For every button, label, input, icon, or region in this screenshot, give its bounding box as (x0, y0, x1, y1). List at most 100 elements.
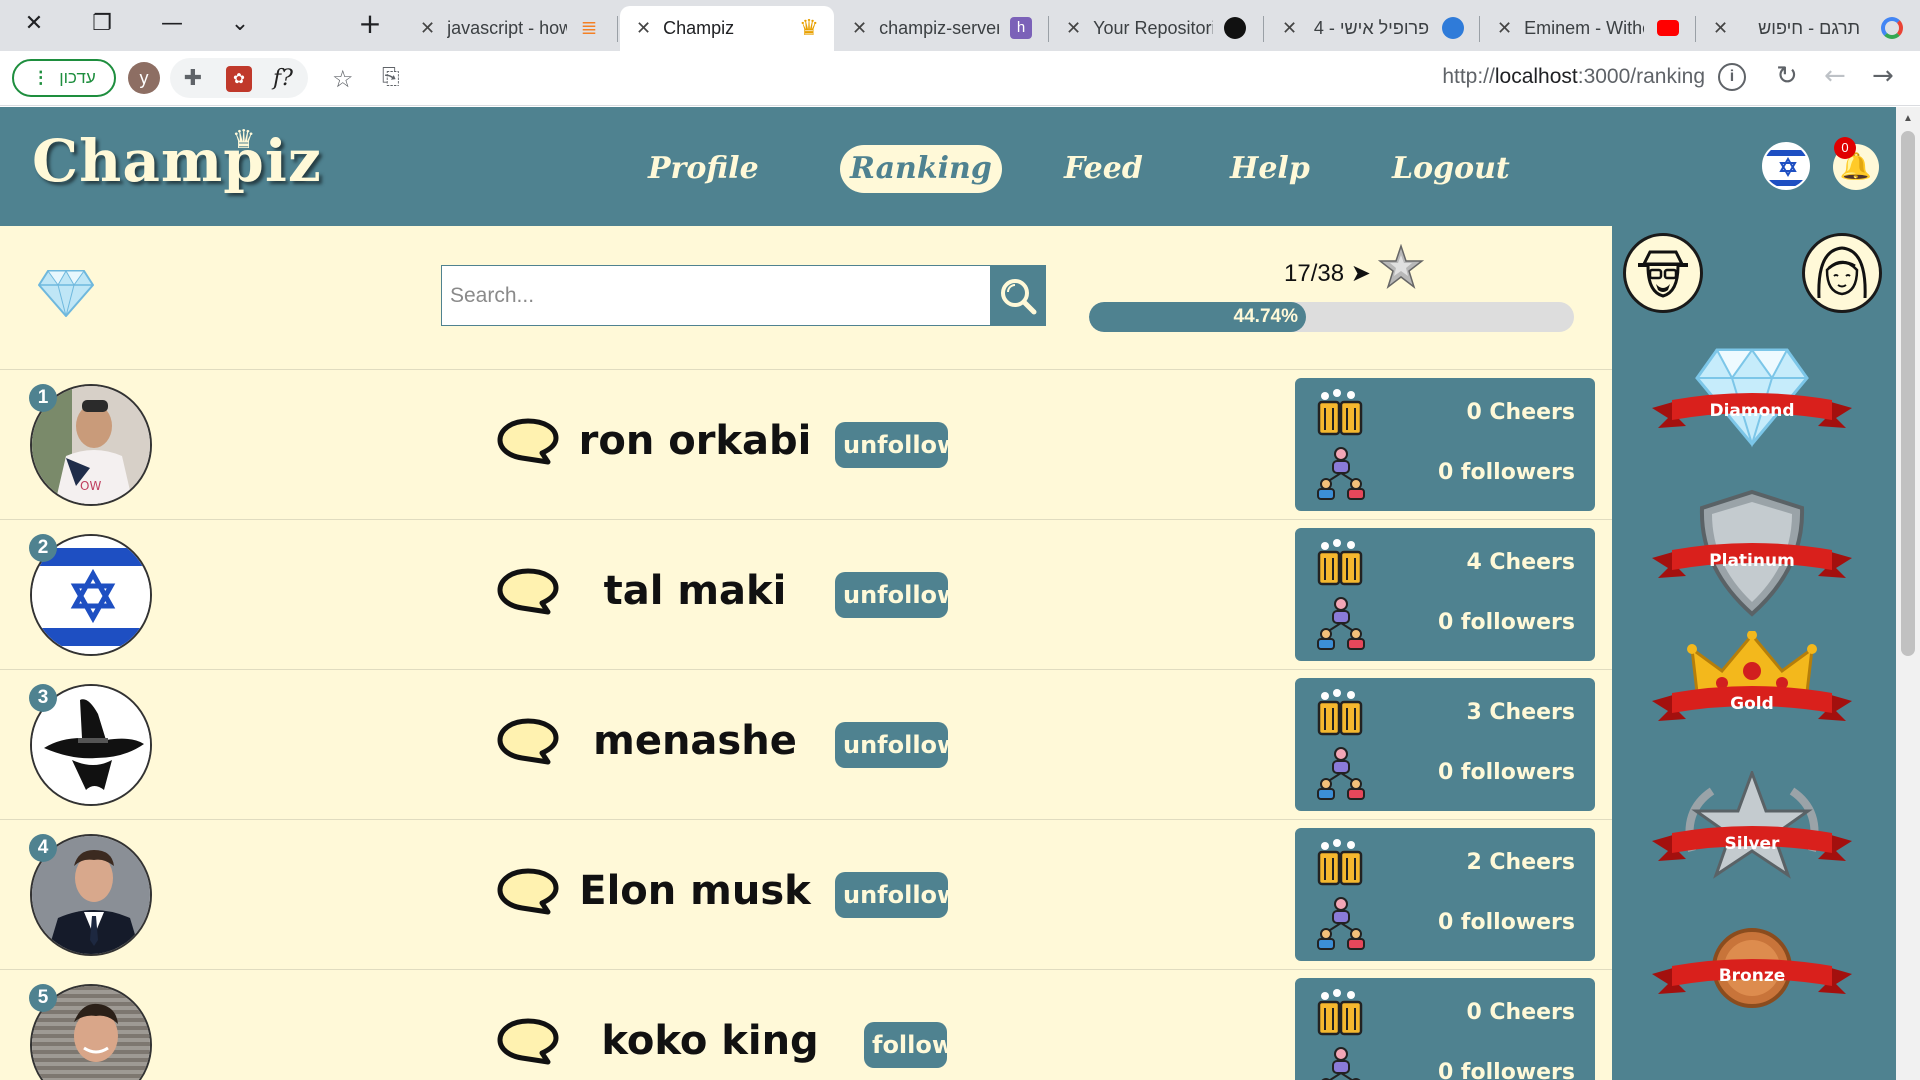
update-label: עדכון (59, 68, 96, 87)
tier-badge-bronze[interactable]: Bronze (1652, 926, 1852, 1046)
search-button[interactable] (990, 265, 1046, 326)
tier-badge-silver[interactable]: Silver (1652, 768, 1852, 891)
followers-count: 0 followers (1437, 910, 1575, 935)
browser-tab[interactable]: ✕ תרגם - חיפוש (1697, 6, 1917, 51)
user-tier-diamond-icon (37, 269, 95, 322)
bookmark-star-icon[interactable]: ☆ (332, 65, 354, 93)
nav-logout[interactable]: Logout (1384, 145, 1518, 193)
minimize-window-icon[interactable]: — (156, 8, 188, 40)
update-button[interactable]: ⋮ עדכון (12, 59, 116, 97)
browser-tabstrip: ✕ ❐ — ⌄ + ✕ javascript - how ≣ ✕ Champiz… (0, 0, 1920, 51)
tab-title: Eminem - Without (1524, 18, 1644, 38)
tab-title: פרופיל אישי - 4 (1313, 18, 1430, 38)
puzzle-icon[interactable]: ✚ (180, 66, 206, 92)
back-arrow-icon[interactable]: ← (1824, 61, 1846, 91)
reload-icon[interactable]: ↻ (1776, 61, 1798, 91)
follow-button[interactable]: follow (864, 1022, 954, 1068)
nav-profile[interactable]: Profile (640, 145, 767, 193)
cheers-count: 3 Cheers (1466, 700, 1575, 725)
browser-tab[interactable]: ✕ Eminem - Without (1481, 6, 1693, 51)
search-input[interactable] (441, 265, 991, 326)
extensions-group: ✚ ✿ f? (170, 58, 308, 98)
restore-window-icon[interactable]: ❐ (86, 8, 118, 40)
nav-help[interactable]: Help (1222, 145, 1318, 193)
beer-cheers-icon (1315, 838, 1367, 893)
browser-toolbar: ⋮ עדכון y ✚ ✿ f? ☆ ⎘ http://localhost:30… (0, 51, 1920, 106)
close-tab-icon[interactable]: ✕ (852, 18, 867, 39)
close-tab-icon[interactable]: ✕ (1066, 18, 1081, 39)
unfollow-button[interactable]: unfollow (835, 722, 959, 768)
female-avatar-button[interactable] (1802, 233, 1882, 313)
forward-arrow-icon[interactable]: → (1872, 61, 1894, 91)
browser-tab[interactable]: ✕ פרופיל אישי - 4 (1266, 6, 1478, 51)
browser-tab[interactable]: ✕ Your Repositories (1050, 6, 1260, 51)
chat-bubble-icon[interactable] (496, 416, 560, 471)
user-name: tal maki (603, 568, 787, 614)
tab-title: תרגם - חיפוש (1758, 18, 1861, 38)
israel-flag-icon (1764, 144, 1808, 188)
followers-network-icon (1315, 746, 1367, 805)
browser-tab[interactable]: ✕ champiz-server h (836, 6, 1046, 51)
progress-bar: 44.74% (1089, 302, 1574, 332)
close-tab-icon[interactable]: ✕ (1497, 18, 1512, 39)
address-bar[interactable]: http://localhost:3000/ranking (1300, 65, 1705, 89)
install-app-icon[interactable]: ⎘ (382, 65, 400, 90)
chat-bubble-icon[interactable] (496, 716, 560, 771)
rank-number: 4 (29, 834, 57, 862)
tab-separator (1263, 16, 1264, 42)
profile-avatar[interactable]: y (128, 62, 160, 94)
tab-title: Champiz (663, 18, 735, 38)
rank-number: 1 (29, 384, 57, 412)
tier-badge-gold[interactable]: Gold (1652, 630, 1852, 751)
tier-badge-diamond[interactable]: Diamond (1652, 348, 1852, 468)
followers-count: 0 followers (1437, 610, 1575, 635)
app-logo[interactable]: Champiz (32, 127, 322, 195)
chat-bubble-icon[interactable] (496, 866, 560, 921)
url-prefix: http:// (1442, 65, 1495, 88)
unfollow-button[interactable]: unfollow (835, 422, 959, 468)
ranking-row: 2 tal maki unfollow 4 Cheers 0 followers (0, 519, 1612, 669)
scroll-up-arrow-icon[interactable]: ▲ (1903, 113, 1913, 124)
ranking-row: OW 1 ron orkabi unfollow 0 Cheers 0 foll… (0, 369, 1612, 519)
chat-bubble-icon[interactable] (496, 566, 560, 621)
tier-badge-platinum[interactable]: Platinum (1652, 488, 1852, 617)
user-name: menashe (593, 718, 797, 764)
search-bar (441, 265, 1046, 326)
page-scrollbar[interactable]: ▲ (1896, 107, 1920, 1080)
rank-number: 3 (29, 684, 57, 712)
progress-count: 17/38 ➤ (1284, 260, 1371, 287)
close-tab-icon[interactable]: ✕ (1713, 18, 1728, 39)
chat-bubble-icon[interactable] (496, 1016, 560, 1071)
crown-icon: ♛ (799, 15, 819, 40)
unfollow-button[interactable]: unfollow (835, 572, 959, 618)
user-stats-card: 4 Cheers 0 followers (1295, 528, 1595, 661)
language-flag-button[interactable] (1762, 142, 1810, 190)
browser-tab[interactable]: ✕ javascript - how ≣ (404, 6, 614, 51)
scroll-thumb[interactable] (1901, 131, 1915, 656)
nav-ranking[interactable]: Ranking (840, 145, 1002, 193)
followers-network-icon (1315, 446, 1367, 505)
logo-crown-icon: ♛ (232, 125, 256, 155)
cheers-count: 2 Cheers (1466, 850, 1575, 875)
rank-number: 2 (29, 534, 57, 562)
close-window-icon[interactable]: ✕ (18, 8, 50, 40)
tab-search-chevron-icon[interactable]: ⌄ (224, 8, 256, 40)
cheers-count: 0 Cheers (1466, 400, 1575, 425)
cheers-count: 4 Cheers (1466, 550, 1575, 575)
info-icon[interactable]: i (1718, 63, 1746, 91)
close-tab-icon[interactable]: ✕ (1282, 18, 1297, 39)
browser-tab-active[interactable]: ✕ Champiz ♛ (620, 6, 834, 51)
male-avatar-button[interactable] (1623, 233, 1703, 313)
tab-title: Your Repositories (1093, 18, 1213, 38)
close-tab-icon[interactable]: ✕ (636, 18, 651, 39)
unfollow-button[interactable]: unfollow (835, 872, 959, 918)
nav-feed[interactable]: Feed (1056, 145, 1151, 193)
new-tab-button[interactable]: + (354, 8, 386, 40)
progress-percent: 44.74% (1233, 306, 1298, 327)
rank-number: 5 (29, 984, 57, 1012)
followers-count: 0 followers (1437, 760, 1575, 785)
beer-cheers-icon (1315, 988, 1367, 1043)
extension-f-icon[interactable]: f? (270, 66, 296, 92)
close-tab-icon[interactable]: ✕ (420, 18, 435, 39)
extension-red-icon[interactable]: ✿ (226, 66, 252, 92)
